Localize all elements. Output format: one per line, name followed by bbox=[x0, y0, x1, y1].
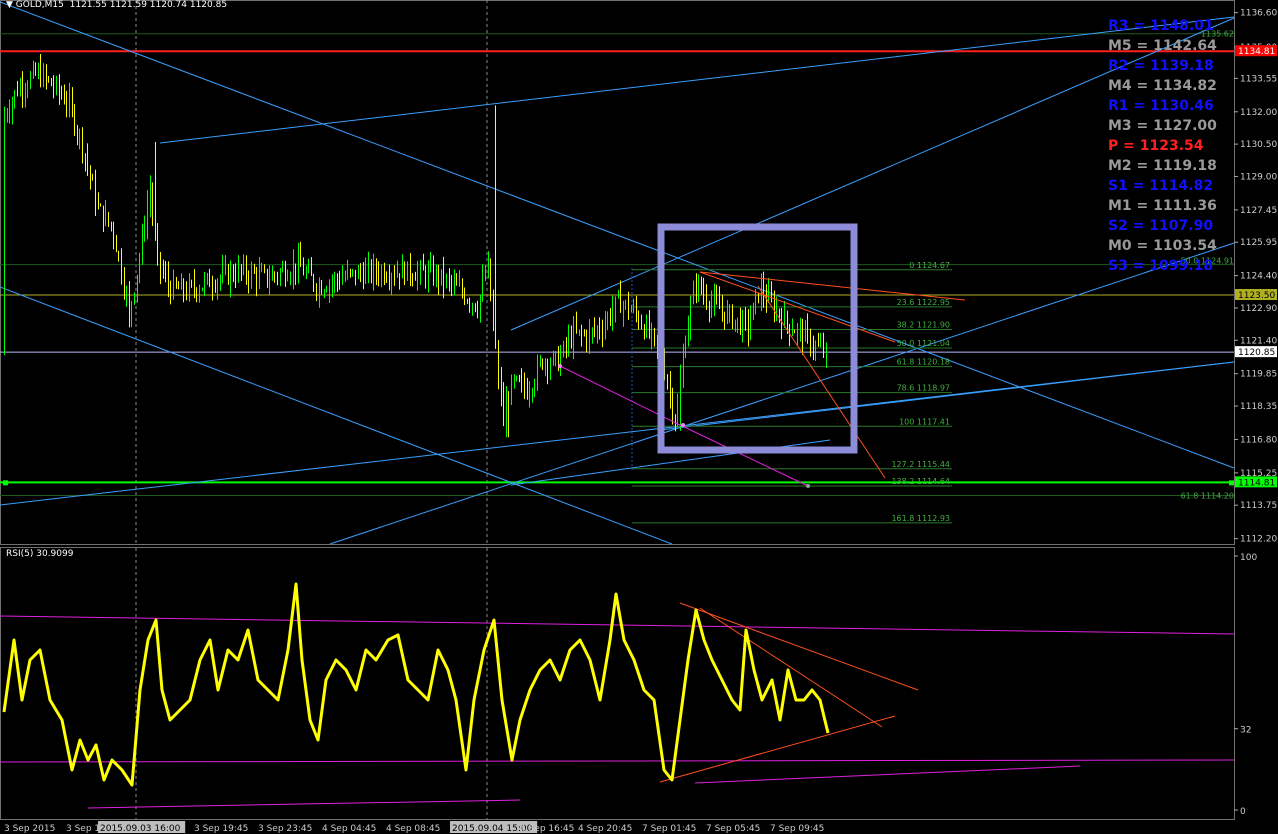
rsi-title: RSI(5) 30.9099 bbox=[6, 549, 74, 559]
x-tick-label: 2015.09.03 16:00 bbox=[100, 824, 181, 834]
fib-level-label: 78.6 1118.97 bbox=[897, 384, 950, 393]
pivot-label: S2 = 1107.90 bbox=[1108, 218, 1214, 234]
rsi-channel-line bbox=[694, 765, 1081, 784]
y-tick-label: 1125.95 bbox=[1240, 238, 1277, 248]
y-tick-label: 1129.00 bbox=[1240, 172, 1277, 182]
magenta-line bbox=[679, 424, 809, 487]
fib-level-label: 138.2 1114.64 bbox=[891, 477, 950, 486]
pivot-label: P = 1123.54 bbox=[1108, 138, 1204, 154]
rsi-triangle-line bbox=[679, 602, 919, 691]
rsi-channel-line bbox=[87, 799, 521, 809]
x-tick-label: 4 Sep 20:45 bbox=[578, 824, 632, 834]
symbol-label: GOLD,M15 bbox=[15, 0, 64, 10]
x-tick-label: 7 Sep 09:45 bbox=[770, 824, 824, 834]
pivot-label: M5 = 1142.64 bbox=[1108, 38, 1217, 54]
rsi-panel-frame bbox=[0, 547, 1235, 820]
y-tick-label: 1124.40 bbox=[1240, 272, 1277, 282]
fib-level-label: 127.2 1115.44 bbox=[891, 460, 950, 469]
rsi-channel-line bbox=[0, 759, 1235, 763]
y-tick-label: 1130.50 bbox=[1240, 140, 1277, 150]
y-tick-label: 1112.20 bbox=[1240, 535, 1277, 545]
fib-level-label: 38.2 1121.90 bbox=[897, 321, 950, 330]
y-tick-label: 1136.60 bbox=[1240, 9, 1277, 19]
pivot-label: M3 = 1127.00 bbox=[1108, 118, 1217, 134]
pivot-label: S1 = 1114.82 bbox=[1108, 178, 1214, 194]
y-tick-label: 1118.35 bbox=[1240, 402, 1277, 412]
y-tick-label: 1132.00 bbox=[1240, 108, 1277, 118]
fib-level-label: 0 1124.67 bbox=[909, 261, 950, 270]
rsi-channel-line bbox=[0, 615, 1235, 635]
pivot-label: S3 = 1099.18 bbox=[1108, 258, 1214, 274]
fib-level-label: 161.8 1112.93 bbox=[891, 514, 950, 523]
rsi-y-tick-label: 100 bbox=[1240, 553, 1257, 563]
x-tick-label: 4 Sep 08:45 bbox=[386, 824, 440, 834]
x-tick-label: 3 Sep 23:45 bbox=[258, 824, 312, 834]
rsi-triangle-line bbox=[699, 607, 883, 728]
y-tick-label: 1122.90 bbox=[1240, 304, 1277, 314]
rsi-y-tick-label: 0 bbox=[1240, 807, 1246, 817]
line-anchor-point bbox=[681, 423, 685, 427]
ohlc-label: 1121.55 1121.59 1120.74 1120.85 bbox=[69, 0, 228, 10]
y-tick-label: 1113.75 bbox=[1240, 501, 1277, 511]
price-tag-label: 1114.81 bbox=[1238, 478, 1275, 488]
line-handle bbox=[1229, 480, 1234, 486]
x-tick-label: 4 Sep 04:45 bbox=[322, 824, 376, 834]
price-tag-label: 1120.85 bbox=[1238, 348, 1275, 358]
pivot-label: M1 = 1111.36 bbox=[1108, 198, 1217, 214]
fib-level-label: 100 1117.41 bbox=[899, 417, 950, 426]
y-tick-label: 1119.85 bbox=[1240, 370, 1277, 380]
x-tick-label: 7 Sep 05:45 bbox=[706, 824, 760, 834]
rsi-triangle-line bbox=[659, 715, 896, 783]
chart-title: ▼ GOLD,M15 1121.55 1121.59 1120.74 1120.… bbox=[6, 0, 228, 10]
pivot-label: M2 = 1119.18 bbox=[1108, 158, 1217, 174]
price-candles bbox=[4, 54, 827, 438]
rsi-panel: 100 32 0 bbox=[0, 553, 1257, 817]
x-tick-label: 7 Sep 01:45 bbox=[642, 824, 696, 834]
trend-line bbox=[159, 16, 1235, 144]
price-tag-label: 1123.50 bbox=[1238, 291, 1275, 301]
x-tick-label: 3 Sep 19:45 bbox=[194, 824, 248, 834]
fib-level-label: 50.0 1121.04 bbox=[897, 339, 950, 348]
pivot-panel: R3 = 1148.01 M5 = 1142.64 R2 = 1139.18 M4 =… bbox=[1108, 18, 1233, 278]
fib-level-label: 23.6 1122.95 bbox=[897, 298, 950, 307]
line-anchor-point bbox=[558, 364, 562, 368]
x-tick-label: 4 Sep 16:45 bbox=[520, 824, 574, 834]
fib-level-label: 61.8 1120.18 bbox=[897, 358, 950, 367]
highlight-box bbox=[657, 223, 858, 454]
chart-canvas[interactable]: 1136.601135.001133.551132.001130.501129.… bbox=[0, 0, 1278, 834]
rsi-y-tick-label: 32 bbox=[1240, 726, 1251, 736]
y-tick-label: 1121.40 bbox=[1240, 336, 1277, 346]
main-panel-frame bbox=[0, 0, 1235, 545]
y-tick-label: 1133.55 bbox=[1240, 74, 1277, 84]
x-axis: 3 Sep 2015 3 Sep 12:452015.09.03 16:00 3 S… bbox=[4, 821, 824, 834]
pivot-label: M4 = 1134.82 bbox=[1108, 78, 1217, 94]
line-anchor-point bbox=[806, 484, 810, 488]
pivot-label: R2 = 1139.18 bbox=[1108, 58, 1214, 74]
level-label: 61.8 1114.20 bbox=[1181, 491, 1234, 500]
price-tag-label: 1134.81 bbox=[1238, 47, 1275, 57]
y-tick-label: 1127.45 bbox=[1240, 206, 1277, 216]
rsi-line bbox=[2, 582, 830, 787]
pivot-label: M0 = 1103.54 bbox=[1108, 238, 1217, 254]
trend-line bbox=[0, 1, 1235, 469]
pivot-label: R1 = 1130.46 bbox=[1108, 98, 1214, 114]
line-handle bbox=[3, 480, 8, 486]
trend-line bbox=[329, 242, 1235, 545]
x-tick-label: 3 Sep 2015 bbox=[4, 824, 55, 834]
pivot-label: R3 = 1148.01 bbox=[1108, 18, 1214, 34]
y-tick-label: 1116.80 bbox=[1240, 435, 1277, 445]
